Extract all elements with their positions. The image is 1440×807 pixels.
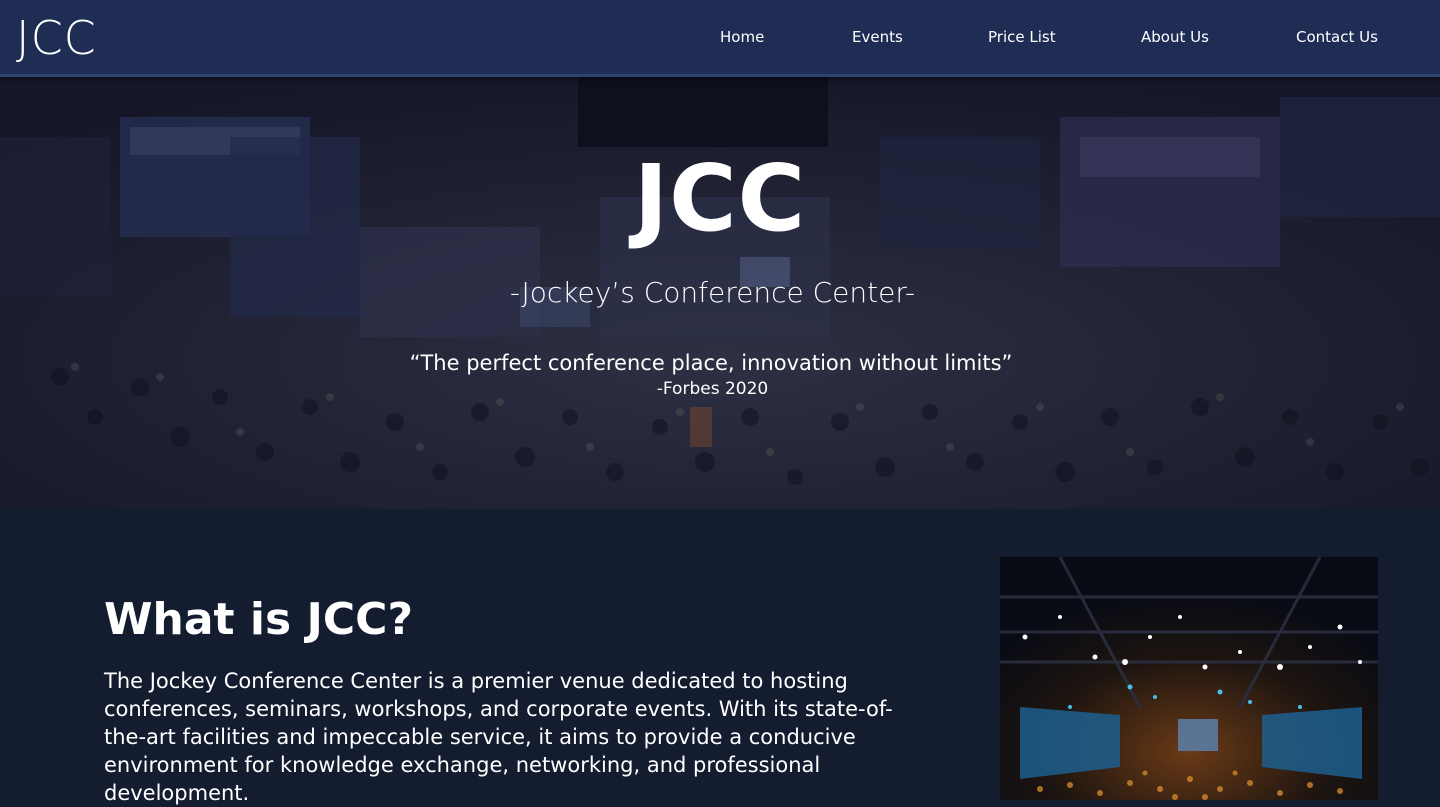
- nav-link-about-us[interactable]: About Us: [1141, 27, 1209, 47]
- venue-hall-photo: [1000, 557, 1378, 800]
- hero-quote-attribution: -Forbes 2020: [656, 379, 769, 399]
- site-logo[interactable]: JCC: [16, 12, 97, 64]
- nav-link-contact-us[interactable]: Contact Us: [1296, 27, 1378, 47]
- about-heading: What is JCC?: [104, 594, 413, 645]
- hero-banner: JCC -Jockey’s Conference Center- “The pe…: [0, 77, 1440, 509]
- hero-subtitle: -Jockey’s Conference Center-: [509, 276, 916, 309]
- hero-title: JCC: [633, 145, 807, 252]
- nav-link-events[interactable]: Events: [852, 27, 903, 47]
- nav-link-price-list[interactable]: Price List: [988, 27, 1056, 47]
- top-navbar: JCC Home Events Price List About Us Cont…: [0, 0, 1440, 77]
- hero-quote: “The perfect conference place, innovatio…: [409, 351, 1013, 375]
- about-description: The Jockey Conference Center is a premie…: [104, 669, 893, 805]
- nav-link-home[interactable]: Home: [720, 27, 764, 47]
